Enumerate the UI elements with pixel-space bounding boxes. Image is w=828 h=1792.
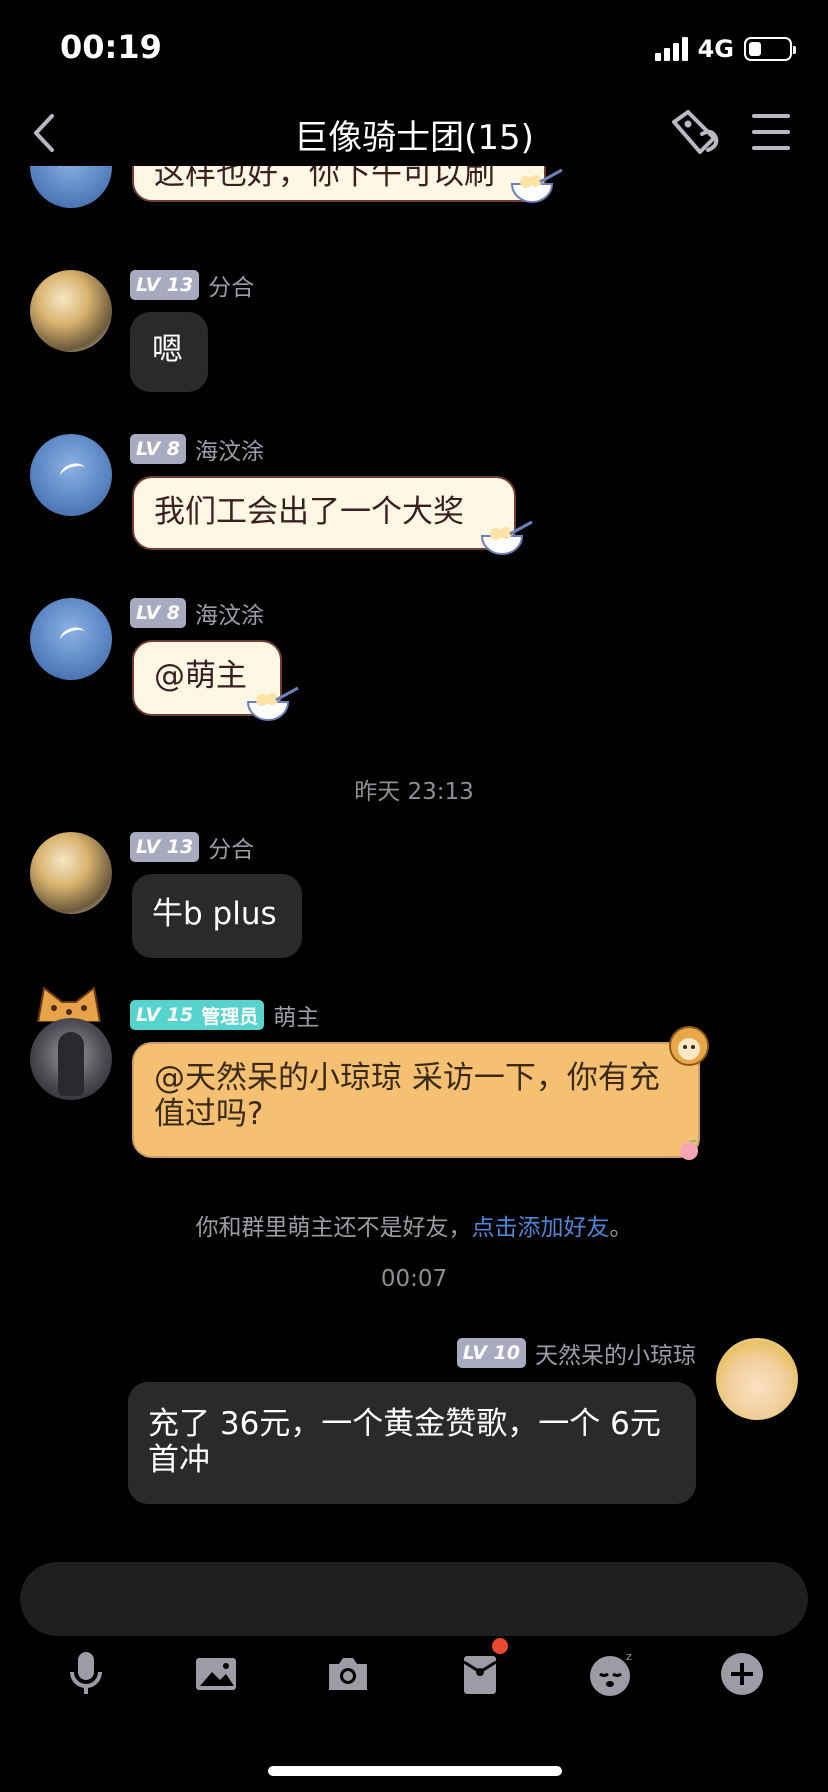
message-bubble[interactable]: 我们工会出了一个大奖 [132, 476, 516, 550]
message-bubble[interactable]: 这样也好，你下午可以刷 [132, 166, 546, 202]
status-time: 00:19 [60, 28, 162, 66]
more-button[interactable] [712, 1644, 772, 1704]
level-badge: LV 13 [130, 832, 200, 862]
sender-line: LV 10 天然呆的小琼琼 [456, 1338, 696, 1369]
notice-text: 你和群里萌主还不是好友， [195, 1215, 472, 1241]
camera-button[interactable] [318, 1644, 378, 1704]
camera-icon [329, 1658, 367, 1690]
sender-line: LV 15 管理员 萌主 [130, 1000, 320, 1031]
menu-line [752, 130, 790, 134]
role-text: 管理员 [201, 1005, 259, 1028]
menu-line [752, 146, 790, 150]
signal-icon [654, 37, 688, 61]
sender-name: 分合 [208, 275, 255, 301]
level-badge: LV 15 管理员 [130, 1000, 265, 1030]
message-text: 我们工会出了一个大奖 [154, 494, 464, 530]
notice-suffix: 。 [609, 1215, 633, 1241]
message-row: LV 10 天然呆的小琼琼 充了 36元，一个黄金赞歌，一个 6元首冲 [0, 1338, 828, 1528]
message-text: 充了 36元，一个黄金赞歌，一个 6元首冲 [148, 1406, 661, 1478]
message-row: LV 13 分合 嗯 [0, 270, 828, 410]
sender-name: 海汶涂 [195, 603, 265, 629]
bowl-icon [510, 168, 563, 203]
message-row: LV 8 海汶涂 我们工会出了一个大奖 [0, 434, 828, 584]
bowl-icon [480, 520, 533, 555]
tag-button[interactable] [668, 108, 724, 158]
message-bubble[interactable]: @天然呆的小琼琼 采访一下，你有充值过吗? [132, 1042, 700, 1158]
avatar[interactable] [716, 1338, 798, 1420]
message-bubble[interactable]: 充了 36元，一个黄金赞歌，一个 6元首冲 [128, 1382, 696, 1504]
add-friend-link[interactable]: 点击添加好友 [472, 1215, 610, 1241]
leopard-ears-icon [36, 986, 102, 1022]
sender-line: LV 13 分合 [130, 832, 255, 863]
sender-line: LV 8 海汶涂 [130, 598, 265, 629]
battery-icon [744, 37, 796, 61]
message-text: 嗯 [152, 332, 183, 368]
tag-link-icon [672, 110, 719, 154]
bowl-icon [246, 686, 299, 721]
image-button[interactable] [186, 1644, 246, 1704]
avatar[interactable] [30, 434, 112, 516]
level-text: LV 15 [136, 1004, 194, 1026]
status-indicators: 4G [654, 34, 796, 64]
chat-area[interactable]: 这样也好，你下午可以刷 LV 13 分合 嗯 LV 8 海汶涂 我们工会出了一个… [0, 166, 828, 1552]
nav-bar: 巨像骑士团(15) [0, 100, 828, 166]
menu-line [752, 114, 790, 118]
menu-button[interactable] [752, 114, 790, 150]
sender-name: 天然呆的小琼琼 [535, 1343, 696, 1369]
image-icon [196, 1658, 236, 1690]
message-bubble[interactable]: 嗯 [130, 312, 208, 392]
message-input[interactable] [20, 1562, 808, 1636]
level-badge: LV 8 [130, 598, 187, 628]
plus-icon [721, 1653, 763, 1695]
message-row: LV 8 海汶涂 @萌主 [0, 598, 828, 748]
level-badge: LV 8 [130, 434, 187, 464]
sender-name: 海汶涂 [195, 439, 265, 465]
message-row: 这样也好，你下午可以刷 [0, 166, 828, 216]
avatar[interactable] [30, 166, 112, 208]
input-toolbar: z [0, 1638, 828, 1714]
message-bubble[interactable]: 牛b plus [132, 874, 302, 958]
sender-line: LV 8 海汶涂 [130, 434, 265, 465]
message-text: @萌主 [154, 658, 247, 694]
microphone-icon [70, 1652, 102, 1694]
sender-name: 分合 [208, 837, 255, 863]
sleepy-emoji-icon: z [590, 1650, 632, 1696]
level-badge: LV 10 [456, 1338, 526, 1368]
red-packet-icon [463, 1656, 497, 1694]
avatar[interactable] [30, 832, 112, 914]
home-indicator[interactable] [268, 1766, 562, 1776]
network-type: 4G [697, 35, 734, 63]
emoji-button[interactable]: z [582, 1644, 642, 1704]
sender-line: LV 13 分合 [130, 270, 255, 301]
notification-badge [492, 1638, 508, 1654]
svg-text:z: z [626, 1650, 632, 1663]
sender-name: 萌主 [273, 1005, 320, 1031]
status-bar: 00:19 4G [0, 0, 828, 100]
system-notice: 你和群里萌主还不是好友，点击添加好友。 [0, 1208, 828, 1242]
red-packet-button[interactable] [450, 1638, 510, 1704]
avatar[interactable] [30, 270, 112, 352]
monkey-sticker-icon [669, 1026, 709, 1066]
peach-icon [680, 1140, 698, 1160]
voice-button[interactable] [56, 1644, 116, 1704]
message-row: LV 15 管理员 萌主 @天然呆的小琼琼 采访一下，你有充值过吗? [0, 984, 828, 1184]
avatar[interactable] [30, 1018, 112, 1100]
message-row: LV 13 分合 牛b plus [0, 832, 828, 982]
level-badge: LV 13 [130, 270, 200, 300]
timestamp: 昨天 23:13 [354, 779, 474, 805]
message-text: @天然呆的小琼琼 采访一下，你有充值过吗? [154, 1060, 660, 1132]
avatar[interactable] [30, 598, 112, 680]
message-text: 这样也好，你下午可以刷 [154, 166, 495, 192]
timestamp: 00:07 [380, 1266, 448, 1292]
message-text: 牛b plus [152, 896, 277, 932]
